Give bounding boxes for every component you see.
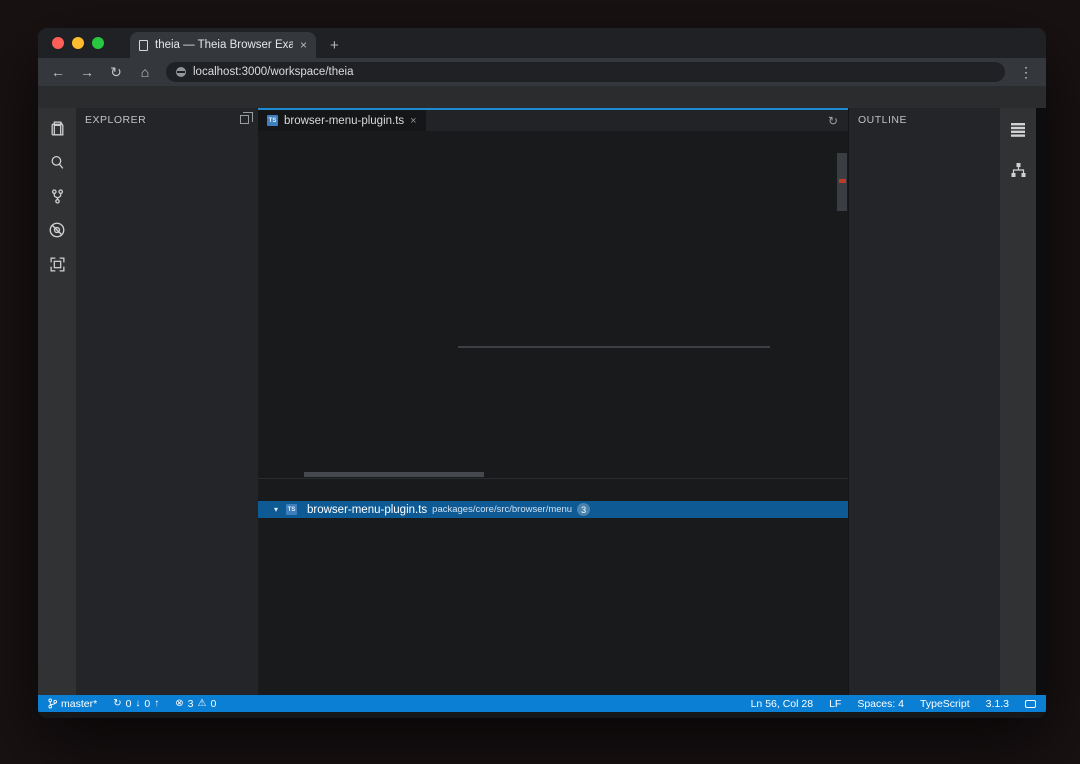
- sync-icon: ↻: [113, 698, 122, 709]
- horizontal-scrollbar[interactable]: [304, 472, 484, 477]
- browser-window: theia — Theia Browser Example × + ← → ↻ …: [38, 28, 1046, 718]
- indentation-item[interactable]: Spaces: 4: [857, 698, 904, 710]
- panel-tabbar: [258, 479, 848, 501]
- browser-tab[interactable]: theia — Theia Browser Example ×: [130, 32, 316, 58]
- url-text: localhost:3000/workspace/theia: [193, 66, 354, 78]
- outline-panel: OUTLINE: [848, 108, 1000, 695]
- explorer-sidebar: EXPLORER: [76, 108, 258, 695]
- error-overview-mark: [839, 179, 846, 183]
- ide-menubar: [38, 86, 1046, 108]
- right-activity-bar: [1000, 108, 1036, 695]
- typescript-file-icon: TS: [267, 115, 278, 126]
- browser-menu-icon[interactable]: ⋮: [1018, 64, 1034, 81]
- cursor-position-item[interactable]: Ln 56, Col 28: [751, 698, 813, 710]
- error-icon: ⊗: [175, 698, 184, 709]
- outline-tree: [849, 131, 1000, 695]
- site-info-icon[interactable]: [176, 67, 186, 77]
- problems-file-name: browser-menu-plugin.ts: [307, 503, 428, 516]
- class-hierarchy-icon[interactable]: [1008, 160, 1028, 180]
- browser-tab-title: theia — Theia Browser Example: [155, 39, 293, 51]
- home-icon[interactable]: ⌂: [137, 64, 153, 80]
- refresh-editor-icon[interactable]: ↻: [828, 114, 848, 128]
- activity-bar: [38, 108, 76, 695]
- debug-icon[interactable]: [47, 220, 67, 240]
- code-editor[interactable]: [258, 131, 848, 478]
- chrome-tabstrip: theia — Theia Browser Example × +: [38, 28, 1046, 58]
- window-controls: [38, 28, 104, 58]
- problems-status-item[interactable]: ⊗ 3 ⚠ 0: [175, 698, 216, 710]
- new-tab-button[interactable]: +: [330, 37, 339, 58]
- minimize-window-button[interactable]: [72, 37, 84, 49]
- down-arrow-icon: ↓: [135, 698, 141, 709]
- editor-tab[interactable]: TS browser-menu-plugin.ts ×: [258, 110, 426, 131]
- typescript-file-icon: TS: [286, 504, 297, 515]
- reload-icon[interactable]: ↻: [108, 64, 124, 81]
- file-tree: [76, 131, 258, 695]
- back-icon[interactable]: ←: [50, 64, 66, 80]
- editor-area: TS browser-menu-plugin.ts × ↻ ▾ TS brows…: [258, 108, 848, 695]
- problems-file-row[interactable]: ▾ TS browser-menu-plugin.ts packages/cor…: [258, 501, 848, 518]
- up-arrow-icon: ↑: [154, 698, 160, 709]
- warning-icon: ⚠: [197, 698, 207, 709]
- git-sync-item[interactable]: ↻ 0 ↓ 0 ↑: [113, 698, 159, 710]
- explorer-title: EXPLORER: [85, 113, 147, 126]
- language-item[interactable]: TypeScript: [920, 698, 970, 710]
- eol-item[interactable]: LF: [829, 698, 841, 710]
- autocomplete-popup: [458, 346, 770, 348]
- vertical-scrollbar[interactable]: [836, 131, 848, 478]
- tab-close-icon[interactable]: ×: [300, 38, 307, 52]
- theia-ide: EXPLORER TS browser-menu-plugin.ts × ↻ ▾…: [38, 86, 1046, 718]
- status-bar: master* ↻ 0 ↓ 0 ↑ ⊗ 3 ⚠ 0 Ln 56, Col 28 …: [38, 695, 1046, 712]
- chrome-toolbar: ← → ↻ ⌂ localhost:3000/workspace/theia ⋮: [38, 58, 1046, 86]
- ts-version-item[interactable]: 3.1.3: [986, 698, 1009, 710]
- branch-icon: [48, 698, 57, 709]
- forward-icon[interactable]: →: [79, 64, 95, 80]
- problems-count-badge: 3: [577, 503, 591, 516]
- editor-tab-label: browser-menu-plugin.ts: [284, 114, 405, 127]
- outline-title: OUTLINE: [858, 113, 908, 126]
- branch-name: master*: [61, 697, 98, 710]
- plugins-icon[interactable]: [47, 254, 67, 274]
- source-control-icon[interactable]: [47, 186, 67, 206]
- panel-toggle-icon[interactable]: [240, 112, 253, 124]
- bottom-panel: ▾ TS browser-menu-plugin.ts packages/cor…: [258, 478, 848, 695]
- window-bottom-edge: [38, 712, 1046, 718]
- address-bar[interactable]: localhost:3000/workspace/theia: [166, 62, 1005, 82]
- git-branch-item[interactable]: master*: [48, 698, 97, 710]
- search-icon[interactable]: [47, 152, 67, 172]
- explorer-icon[interactable]: [47, 118, 67, 138]
- expand-icon[interactable]: ▾: [271, 505, 281, 514]
- feedback-icon[interactable]: [1025, 699, 1036, 708]
- close-window-button[interactable]: [52, 37, 64, 49]
- editor-tabbar: TS browser-menu-plugin.ts × ↻: [258, 108, 848, 131]
- window-edge: [1036, 108, 1046, 695]
- outline-view-icon[interactable]: [1008, 120, 1028, 140]
- zoom-window-button[interactable]: [92, 37, 104, 49]
- page-favicon-icon: [139, 39, 148, 51]
- problems-file-path: packages/core/src/browser/menu: [432, 504, 573, 515]
- editor-tab-close-icon[interactable]: ×: [410, 115, 416, 127]
